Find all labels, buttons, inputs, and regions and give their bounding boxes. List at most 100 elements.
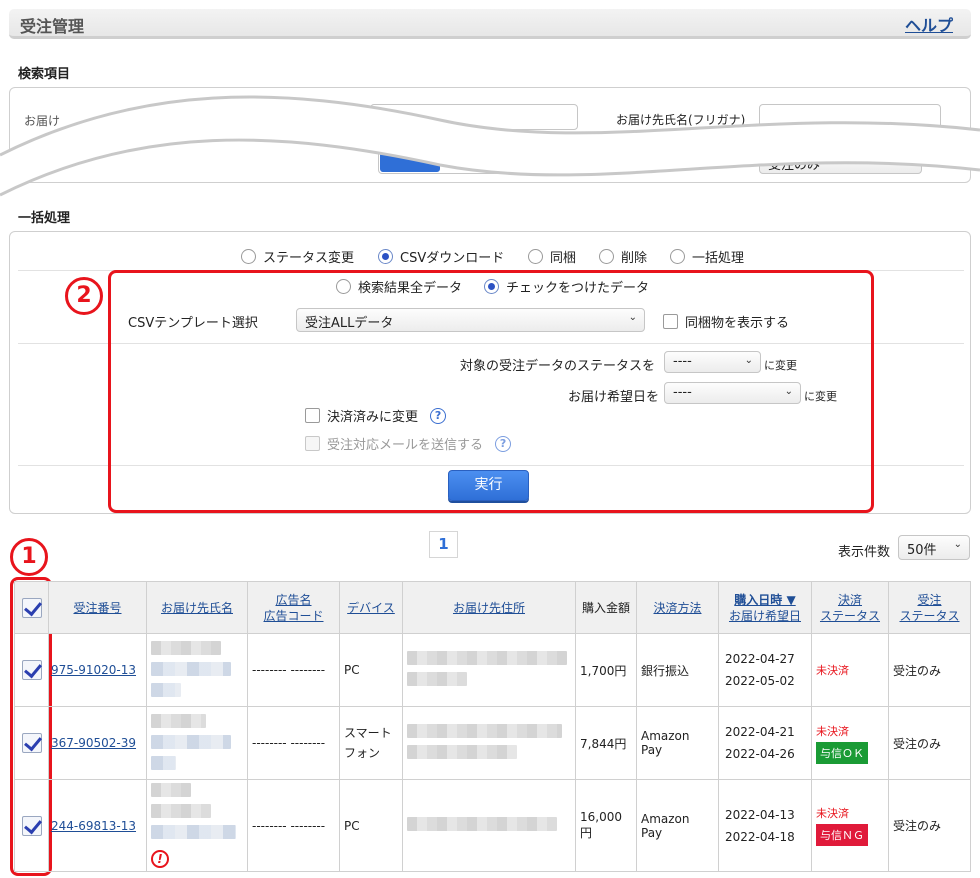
sort-pay-status[interactable]: 決済 (838, 593, 862, 607)
amount-cell: 1,700円 (575, 633, 637, 707)
pay-status-cell: 未決済 (811, 633, 889, 707)
order-status-cell: 受注のみ (888, 706, 971, 780)
amount-header-label: 購入金額 (581, 600, 630, 615)
device-cell: PC (339, 633, 403, 707)
radio-icon (241, 249, 256, 264)
payment-cell: Amazon Pay (636, 779, 719, 872)
ad-cell: -------- -------- (247, 706, 340, 780)
sort-order-status[interactable]: 受注 (917, 593, 941, 607)
blurred-text (151, 734, 231, 749)
sort-ad-name[interactable]: 広告名 (275, 593, 311, 607)
purchase-date: 2022-04-21 (725, 725, 795, 739)
order-number-link[interactable]: 367-90502-39 (51, 736, 136, 750)
blurred-text (151, 661, 231, 676)
name-input[interactable] (370, 104, 578, 130)
blurred-text (407, 817, 557, 831)
sort-order-status-2[interactable]: ステータス (899, 609, 959, 623)
per-page-value: 50件 (907, 543, 937, 558)
header-device[interactable]: デバイス (339, 581, 403, 634)
name-cell-blurred (146, 706, 248, 780)
credit-ok-badge: 与信ＯＫ (816, 741, 868, 764)
blurred-text (151, 713, 206, 728)
search-panel: お届け お届け先氏名(フリガナ) 受注ステータス 受注のみ ⌄ (9, 87, 971, 183)
furigana-input[interactable] (759, 104, 941, 130)
order-number-link[interactable]: 244-69813-13 (51, 819, 136, 833)
row-checkbox[interactable] (21, 815, 42, 836)
header-order-no[interactable]: 受注番号 (48, 581, 147, 634)
sort-ad-code[interactable]: 広告コード (263, 609, 323, 623)
sort-order-no[interactable]: 受注番号 (73, 601, 121, 615)
mode-bundle[interactable]: 同梱 (528, 247, 576, 266)
page-header: 受注管理 ヘルプ (9, 9, 971, 39)
search-button[interactable] (380, 152, 440, 172)
sort-payment[interactable]: 決済方法 (653, 601, 701, 615)
row-checkbox[interactable] (21, 660, 42, 680)
per-page-label: 表示件数 (838, 545, 891, 560)
order-status-cell: 受注のみ (888, 633, 971, 707)
mode-label: CSVダウンロード (400, 251, 505, 266)
pay-status-cell: 未決済 与信ＮＧ (811, 779, 889, 872)
payment-cell: 銀行振込 (636, 633, 719, 707)
purchase-date: 2022-04-27 (725, 652, 795, 666)
sort-delivery-date[interactable]: お届け希望日 (729, 609, 801, 623)
row-checkbox-cell[interactable] (14, 706, 49, 780)
mode-status-change[interactable]: ステータス変更 (241, 247, 354, 266)
blurred-text (151, 825, 236, 839)
delivery-date: 2022-04-26 (725, 747, 795, 761)
sort-address[interactable]: お届け先住所 (453, 601, 525, 615)
blurred-text (151, 640, 221, 655)
row-checkbox[interactable] (21, 733, 42, 753)
header-dates[interactable]: 購入日時 ▼ お届け希望日 (718, 581, 812, 634)
radio-icon (528, 249, 543, 264)
mode-label: 一括処理 (692, 251, 745, 266)
address-cell-blurred (402, 779, 576, 872)
delivery-date: 2022-05-02 (725, 674, 795, 688)
blurred-text (151, 804, 211, 818)
batch-section-title: 一括処理 (18, 211, 71, 226)
header-pay-status[interactable]: 決済 ステータス (811, 581, 889, 634)
sort-name[interactable]: お届け先氏名 (161, 601, 233, 615)
header-ad[interactable]: 広告名 広告コード (247, 581, 340, 634)
search-section-title: 検索項目 (18, 67, 71, 82)
amount-cell: 7,844円 (575, 706, 637, 780)
per-page-select[interactable]: 50件 ⌄ (898, 535, 970, 560)
page-number-current[interactable]: 1 (429, 531, 458, 558)
mode-label: 削除 (621, 251, 648, 266)
status-select[interactable]: 受注のみ ⌄ (759, 150, 922, 174)
ad-cell: -------- -------- (247, 633, 340, 707)
header-order-status[interactable]: 受注 ステータス (888, 581, 971, 634)
header-name[interactable]: お届け先氏名 (146, 581, 248, 634)
mode-csv-download[interactable]: CSVダウンロード (378, 247, 504, 266)
page-title: 受注管理 (20, 17, 85, 36)
pay-status-cell: 未決済 与信ＯＫ (811, 706, 889, 780)
radio-icon (599, 249, 614, 264)
annotation-circle-2: 2 (65, 277, 103, 315)
sort-purchase-date[interactable]: 購入日時 ▼ (734, 593, 795, 607)
blurred-text (407, 672, 467, 686)
blurred-text (407, 724, 562, 738)
order-status-cell: 受注のみ (888, 779, 971, 872)
blurred-text (151, 755, 176, 770)
ad-cell: -------- -------- (247, 779, 340, 872)
orders-table: 受注番号 お届け先氏名 広告名広告コード デバイス お届け先住所 購入金額 決済… (14, 581, 971, 872)
header-address[interactable]: お届け先住所 (402, 581, 576, 634)
mode-batch[interactable]: 一括処理 (670, 247, 744, 266)
header-payment[interactable]: 決済方法 (636, 581, 719, 634)
select-all-cell[interactable] (14, 581, 49, 634)
mode-delete[interactable]: 削除 (599, 247, 647, 266)
pay-status-text: 未決済 (816, 664, 849, 677)
payment-cell: Amazon Pay (636, 706, 719, 780)
blurred-text (151, 682, 181, 697)
delivery-date: 2022-04-18 (725, 829, 795, 844)
row-checkbox-cell[interactable] (14, 633, 49, 707)
warning-icon[interactable]: ! (151, 850, 169, 868)
sort-device[interactable]: デバイス (347, 601, 395, 615)
order-number-link[interactable]: 975-91020-13 (51, 663, 136, 677)
help-link[interactable]: ヘルプ (905, 12, 953, 36)
table-header-row: 受注番号 お届け先氏名 広告名広告コード デバイス お届け先住所 購入金額 決済… (14, 581, 971, 634)
table-row: 975-91020-13 -------- -------- PC 1,700円… (14, 633, 971, 707)
blurred-text (151, 783, 191, 797)
sort-pay-status-2[interactable]: ステータス (820, 609, 880, 623)
select-all-checkbox[interactable] (21, 597, 42, 618)
row-checkbox-cell[interactable] (14, 779, 49, 872)
